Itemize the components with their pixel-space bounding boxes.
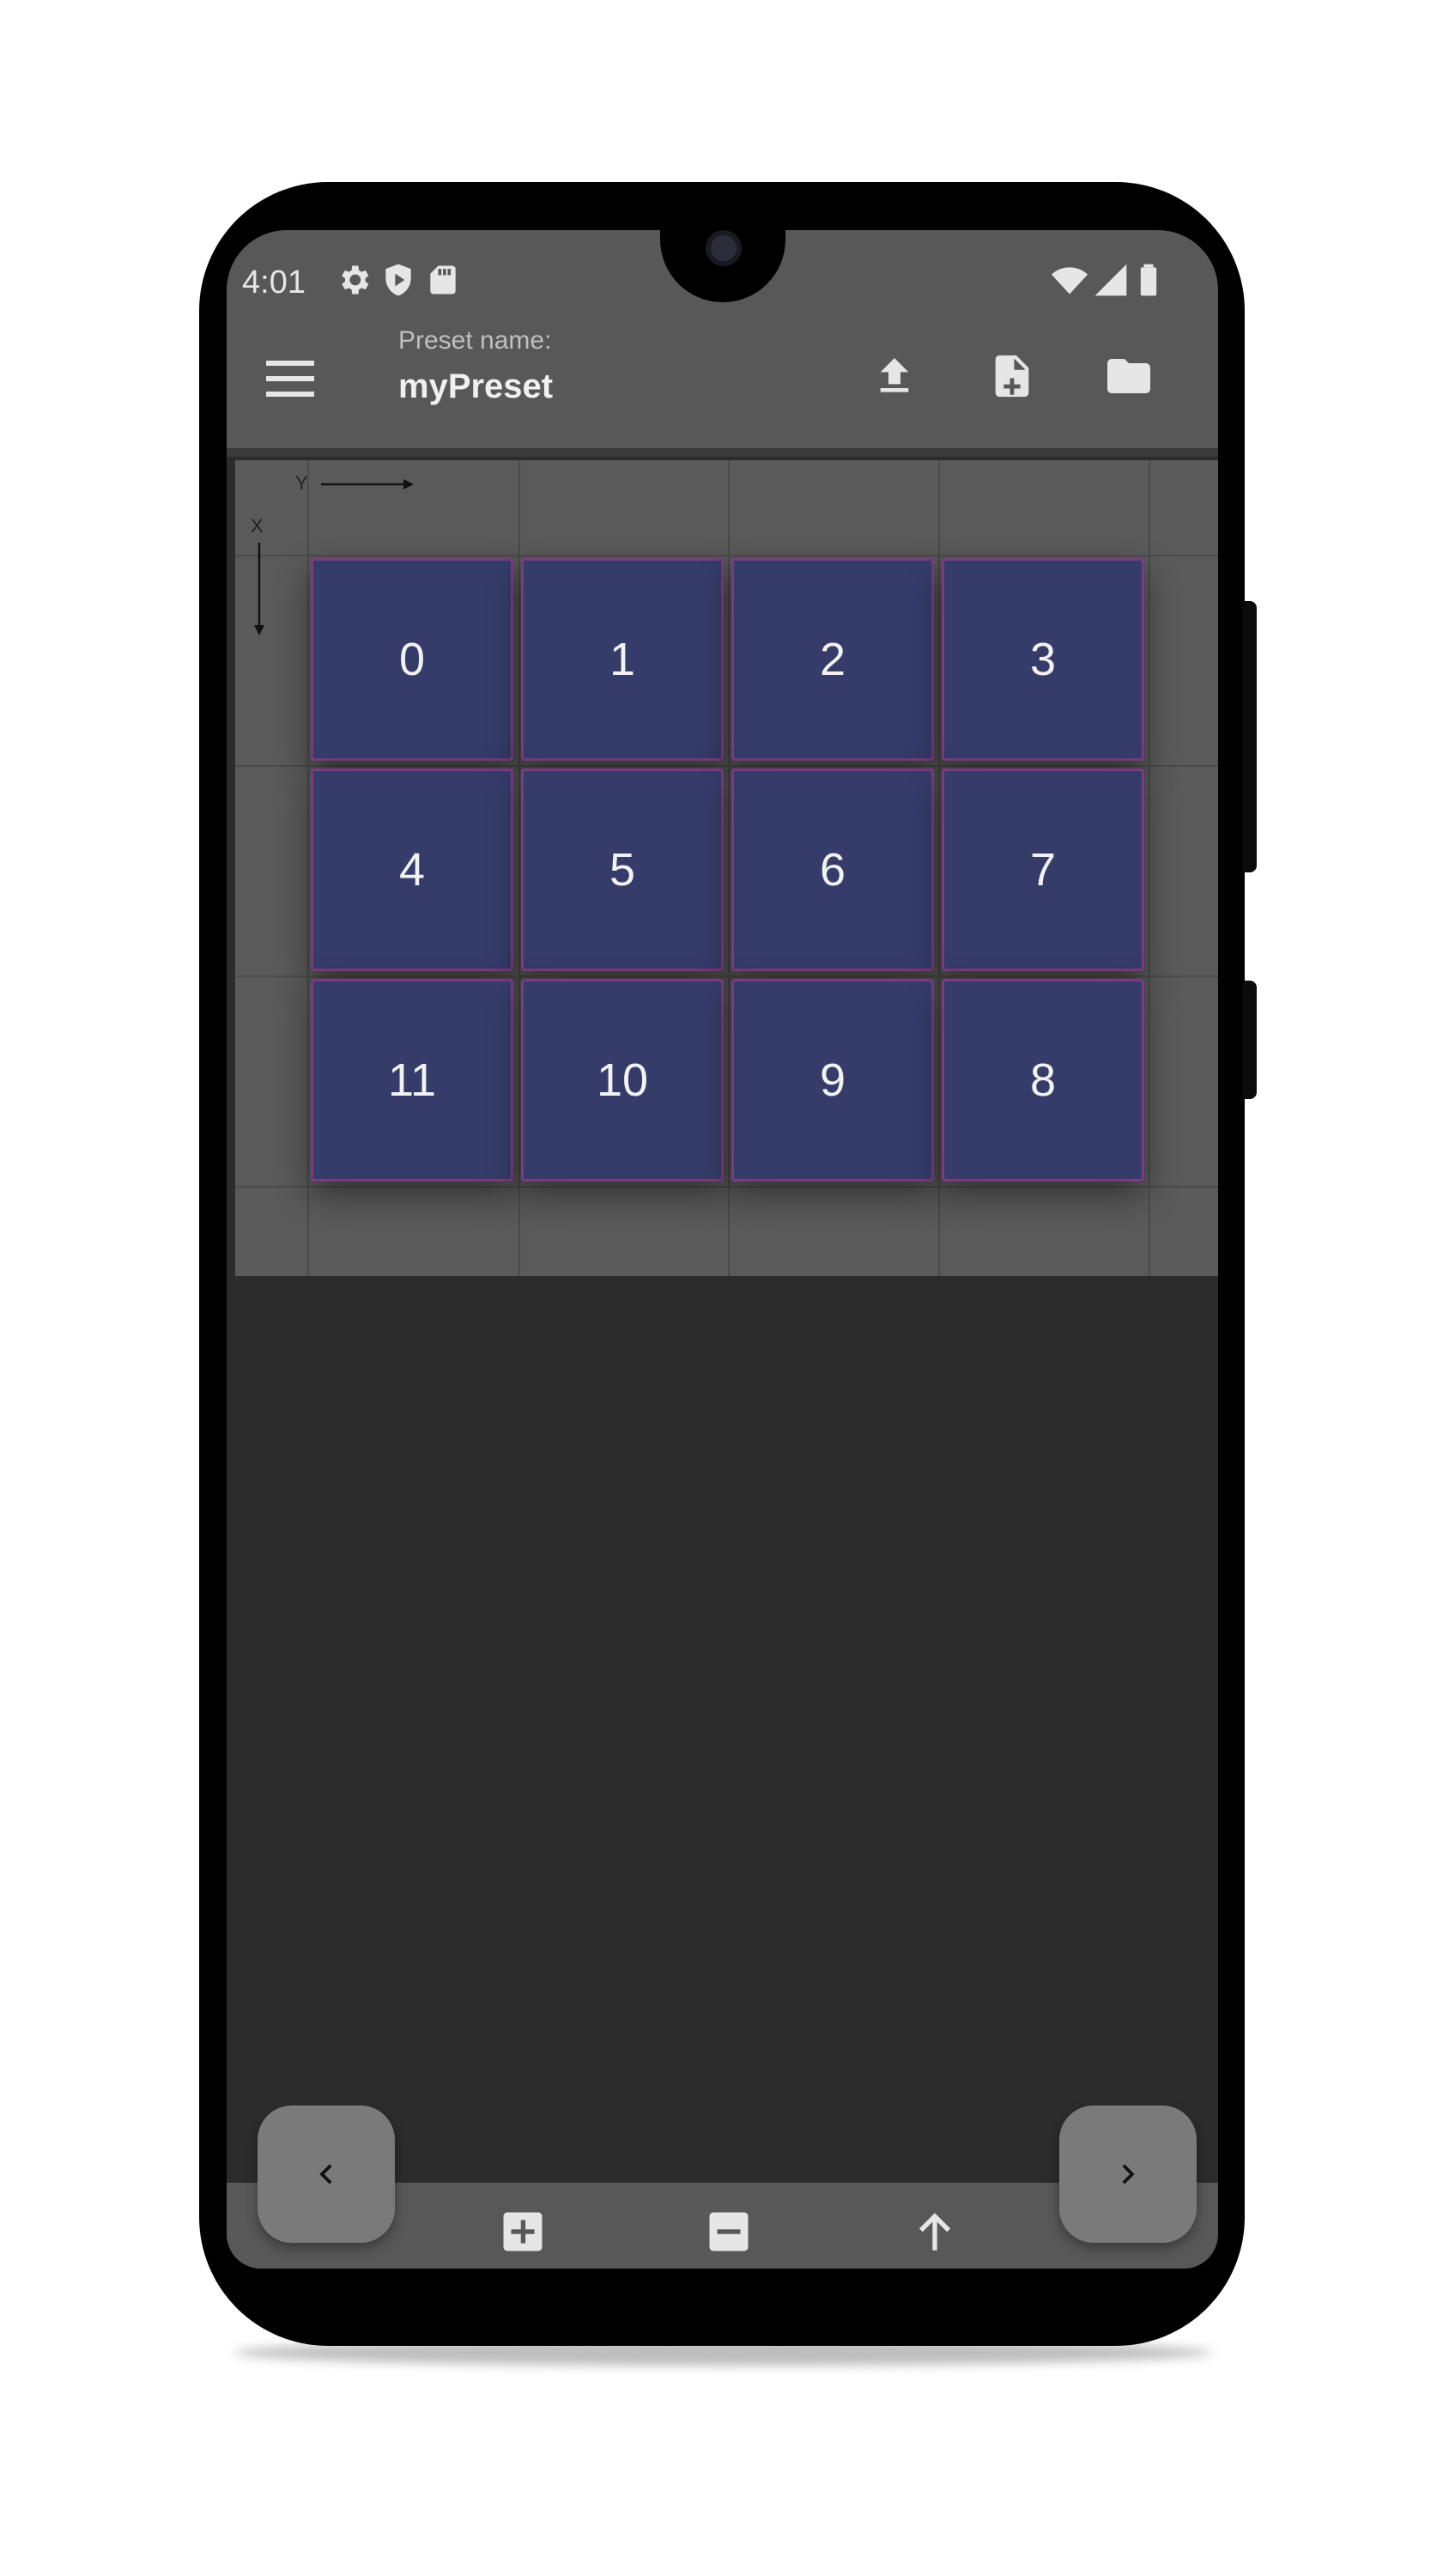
preset-name-value[interactable]: myPreset xyxy=(398,368,553,406)
arrow-up-icon[interactable] xyxy=(910,2207,960,2257)
grid-line xyxy=(1149,460,1150,1276)
grid-tile[interactable]: 1 xyxy=(521,558,724,761)
grid-tile[interactable]: 5 xyxy=(521,769,724,971)
grid-tile[interactable]: 10 xyxy=(521,979,724,1182)
camera-icon xyxy=(706,230,742,266)
grid-tile[interactable]: 6 xyxy=(731,769,934,971)
previous-button[interactable] xyxy=(258,2105,395,2243)
grid-tile[interactable]: 9 xyxy=(731,979,934,1182)
grid-line xyxy=(938,460,940,1276)
grid-tile[interactable]: 11 xyxy=(311,979,513,1182)
chevron-right-icon xyxy=(1122,2164,1135,2184)
folder-icon[interactable] xyxy=(1100,350,1157,402)
camera-notch xyxy=(660,230,785,302)
grid-tile[interactable]: 4 xyxy=(311,769,513,971)
grid-tile[interactable]: 7 xyxy=(942,769,1144,971)
remove-icon[interactable] xyxy=(706,2208,752,2255)
status-time: 4:01 xyxy=(242,264,306,301)
grid-line xyxy=(518,460,520,1276)
grid-line xyxy=(235,1186,1218,1188)
add-icon[interactable] xyxy=(500,2208,546,2255)
preset-name-caption: Preset name: xyxy=(398,326,552,355)
shield-play-icon xyxy=(385,264,411,296)
upload-icon[interactable] xyxy=(870,350,919,402)
app-bar: 4:01 Preset name: myPreset xyxy=(227,230,1218,457)
gear-icon xyxy=(342,265,369,295)
grid-line xyxy=(235,975,1218,977)
tile-grid-canvas[interactable]: Y X 0 1 2 3 4 5 6 7 11 10 9 8 xyxy=(235,460,1218,1276)
next-button[interactable] xyxy=(1059,2105,1197,2243)
grid-line xyxy=(728,460,730,1276)
new-file-icon[interactable] xyxy=(987,349,1037,404)
axis-y-arrow-icon xyxy=(321,479,414,489)
volume-button xyxy=(1243,981,1257,1099)
grid-line xyxy=(235,555,1218,556)
grid-tile[interactable]: 0 xyxy=(311,558,513,761)
axis-x-label: X xyxy=(251,515,264,537)
axis-y-label: Y xyxy=(295,472,308,494)
grid-tile[interactable]: 8 xyxy=(942,979,1144,1182)
grid-line xyxy=(235,765,1218,767)
grid-line xyxy=(307,460,309,1276)
hamburger-menu-icon[interactable] xyxy=(266,359,314,398)
battery-icon xyxy=(1140,264,1157,296)
wifi-icon xyxy=(1051,267,1088,295)
chevron-left-icon xyxy=(319,2164,332,2184)
power-button xyxy=(1243,601,1257,872)
grid-tile[interactable]: 3 xyxy=(942,558,1144,761)
grid-tile[interactable]: 2 xyxy=(731,558,934,761)
axis-x-arrow-icon xyxy=(254,543,264,635)
signal-icon xyxy=(1094,264,1127,296)
phone-screen: 4:01 Preset name: myPreset Y X 0 1 2 3 4… xyxy=(227,230,1218,2269)
sd-card-icon xyxy=(430,265,456,295)
